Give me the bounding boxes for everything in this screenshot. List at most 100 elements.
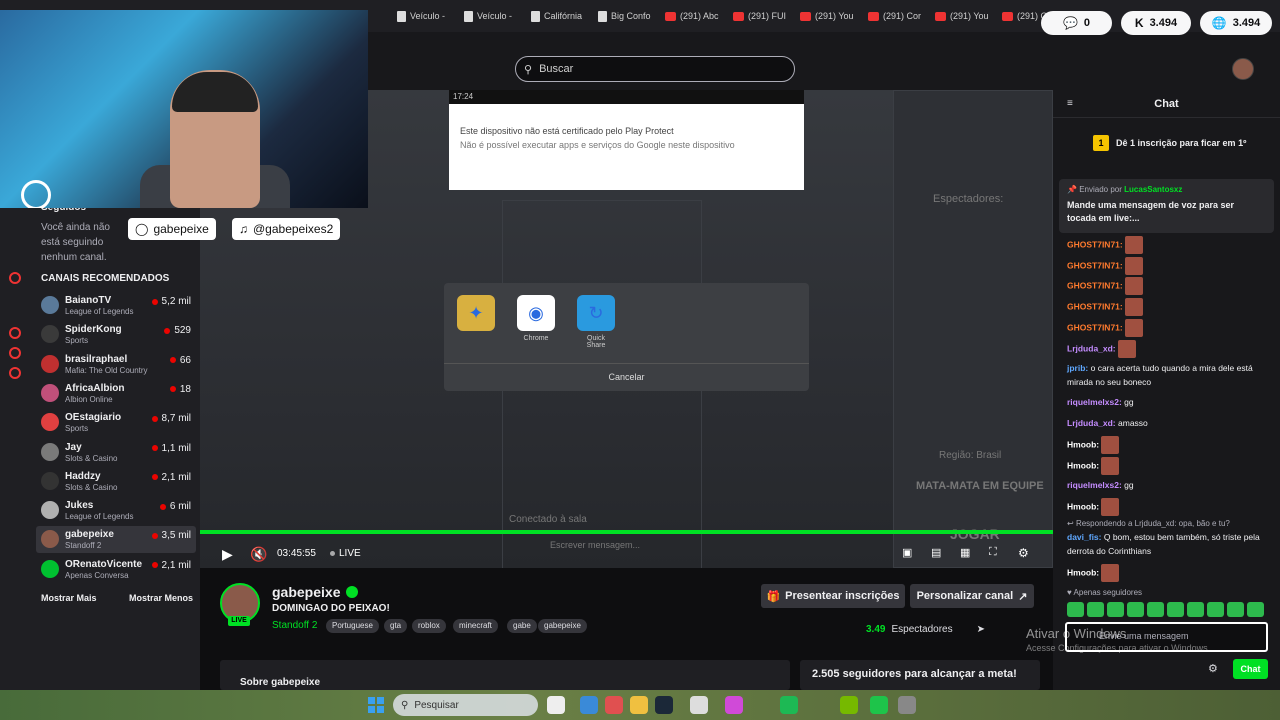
- globe-pill[interactable]: 🌐 3.494: [1200, 11, 1272, 35]
- mute-icon[interactable]: 🔇: [250, 546, 267, 563]
- gift-sub-prompt[interactable]: 1 Dê 1 inscrição para ficar em 1º: [1093, 135, 1246, 151]
- windows-start-icon[interactable]: [368, 697, 384, 713]
- opera-icon[interactable]: [605, 696, 623, 714]
- emote-icon[interactable]: [1247, 602, 1264, 617]
- emote-icon[interactable]: [1147, 602, 1164, 617]
- stream-tag[interactable]: gabepeixe: [538, 619, 587, 633]
- chat-username[interactable]: Hmoob:: [1067, 460, 1099, 470]
- show-less-link[interactable]: Mostrar Menos: [129, 593, 193, 603]
- messages-pill[interactable]: 💬 0: [1041, 11, 1112, 35]
- emote-icon[interactable]: [1207, 602, 1224, 617]
- app-icon[interactable]: [898, 696, 916, 714]
- task-view-icon[interactable]: [547, 696, 565, 714]
- sidebar-channel-haddzy[interactable]: Haddzy Slots & Casino 2,1 mil: [36, 468, 196, 495]
- stream-tag[interactable]: gabe: [507, 619, 537, 633]
- chat-username[interactable]: riquelmelxs2:: [1067, 480, 1122, 490]
- emote-icon[interactable]: [1227, 602, 1244, 617]
- chat-username[interactable]: GHOST7IN71:: [1067, 239, 1123, 249]
- stream-tag[interactable]: roblox: [412, 619, 446, 633]
- app-icon[interactable]: [690, 696, 708, 714]
- instagram-handle: ◯ gabepeixe: [128, 218, 216, 240]
- channel-name[interactable]: gabepeixe: [272, 584, 340, 600]
- share-app[interactable]: ↻ Quick Share: [577, 295, 615, 349]
- widgets-icon[interactable]: [580, 696, 598, 714]
- nav-clock-icon[interactable]: [9, 327, 21, 339]
- chat-username[interactable]: Hmoob:: [1067, 567, 1099, 577]
- emote-icon[interactable]: [1087, 602, 1104, 617]
- kick-pill[interactable]: K 3.494: [1121, 11, 1191, 35]
- spotify-icon[interactable]: [780, 696, 798, 714]
- chat-username[interactable]: jprib:: [1067, 363, 1088, 373]
- nav-gear-icon[interactable]: [9, 367, 21, 379]
- browser-tab[interactable]: (291) Cor: [868, 8, 921, 24]
- browser-tab[interactable]: (291) FUI: [733, 8, 786, 24]
- browser-tab[interactable]: (291) You: [800, 8, 854, 24]
- chat-username[interactable]: GHOST7IN71:: [1067, 280, 1123, 290]
- theater-icon[interactable]: ▤: [931, 546, 941, 559]
- chat-send-button[interactable]: Chat: [1233, 659, 1268, 679]
- viewer-count: 18: [169, 384, 191, 395]
- pinned-message[interactable]: 📌 Enviado por LucasSantosxz Mande uma me…: [1059, 179, 1274, 233]
- sidebar-channel-brasilraphael[interactable]: brasilraphael Mafia: The Old Country 66: [36, 351, 196, 378]
- emote-icon[interactable]: [1127, 602, 1144, 617]
- fullscreen-icon[interactable]: ⛶: [989, 546, 997, 559]
- emote-icon[interactable]: [1167, 602, 1184, 617]
- nav-circle-icon[interactable]: [9, 272, 21, 284]
- explorer-icon[interactable]: [630, 696, 648, 714]
- browser-tab[interactable]: Big Confo: [598, 8, 651, 24]
- chat-username[interactable]: Hmoob:: [1067, 439, 1099, 449]
- show-more-link[interactable]: Mostrar Mais: [41, 593, 97, 603]
- app-icon[interactable]: [870, 696, 888, 714]
- browser-tab[interactable]: Califórnia: [531, 8, 582, 24]
- chat-username[interactable]: Hmoob:: [1067, 501, 1099, 511]
- share-app[interactable]: ◉ Chrome: [517, 295, 555, 342]
- chat-settings-icon[interactable]: ⚙: [1208, 662, 1218, 675]
- play-icon[interactable]: ▶: [222, 546, 233, 563]
- clip-icon[interactable]: ▣: [902, 546, 912, 559]
- heart-icon: ♥: [1067, 588, 1072, 597]
- user-avatar[interactable]: [1232, 58, 1254, 80]
- chat-username[interactable]: davi_fis:: [1067, 532, 1102, 542]
- browser-tab[interactable]: Veículo -: [464, 8, 512, 24]
- browser-tab[interactable]: (291) You: [935, 8, 989, 24]
- sidebar-channel-orenatovicente[interactable]: ORenatoVicente Apenas Conversa 2,1 mil: [36, 556, 196, 583]
- chat-username[interactable]: Lrjduda_xd:: [1067, 343, 1116, 353]
- stream-tag[interactable]: minecraft: [453, 619, 498, 633]
- chat-username[interactable]: riquelmelxs2:: [1067, 397, 1122, 407]
- settings-gear-icon[interactable]: ⚙: [1018, 546, 1029, 560]
- emote-icon[interactable]: [1067, 602, 1084, 617]
- sidebar-channel-spiderkong[interactable]: SpiderKong Sports 529: [36, 321, 196, 348]
- browser-tab[interactable]: Veículo -: [397, 8, 445, 24]
- video-progress-bar[interactable]: [200, 530, 1053, 534]
- stream-tag[interactable]: Portuguese: [326, 619, 379, 633]
- customize-channel-button[interactable]: Personalizar canal ↗: [910, 584, 1034, 608]
- miniplayer-icon[interactable]: ▦: [960, 546, 970, 559]
- taskbar-search[interactable]: ⚲ Pesquisar: [393, 694, 538, 716]
- sidebar-channel-baianotv[interactable]: BaianoTV League of Legends 5,2 mil: [36, 292, 196, 319]
- chat-username[interactable]: Lrjduda_xd:: [1067, 418, 1116, 428]
- emote-icon[interactable]: [1187, 602, 1204, 617]
- share-icon[interactable]: ➤: [977, 624, 985, 635]
- sidebar-channel-jukes[interactable]: Jukes League of Legends 6 mil: [36, 497, 196, 524]
- sidebar-channel-gabepeixe[interactable]: gabepeixe Standoff 2 3,5 mil: [36, 526, 196, 554]
- gift-subs-button[interactable]: 🎁 Presentear inscrições: [761, 584, 905, 608]
- sidebar-channel-africaalbion[interactable]: AfricaAlbion Albion Online 18: [36, 380, 196, 407]
- steam-icon[interactable]: [655, 696, 673, 714]
- share-app[interactable]: ✦: [457, 295, 495, 335]
- share-cancel-button[interactable]: Cancelar: [444, 363, 809, 391]
- channel-category: Sports: [65, 336, 89, 346]
- search-input[interactable]: ⚲ Buscar: [515, 56, 795, 82]
- app-icon[interactable]: [725, 696, 743, 714]
- sidebar-channel-oestagiario[interactable]: OEstagiario Sports 8,7 mil: [36, 409, 196, 436]
- stream-category[interactable]: Standoff 2: [272, 620, 317, 631]
- sidebar-channel-jay[interactable]: Jay Slots & Casino 1,1 mil: [36, 439, 196, 466]
- chat-username[interactable]: GHOST7IN71:: [1067, 322, 1123, 332]
- live-dot-icon: [151, 298, 158, 305]
- browser-tab[interactable]: (291) Abc: [665, 8, 719, 24]
- nvidia-icon[interactable]: [840, 696, 858, 714]
- stream-tag[interactable]: gta: [384, 619, 408, 633]
- nav-link-icon[interactable]: [9, 347, 21, 359]
- chat-username[interactable]: GHOST7IN71:: [1067, 260, 1123, 270]
- emote-icon[interactable]: [1107, 602, 1124, 617]
- chat-username[interactable]: GHOST7IN71:: [1067, 301, 1123, 311]
